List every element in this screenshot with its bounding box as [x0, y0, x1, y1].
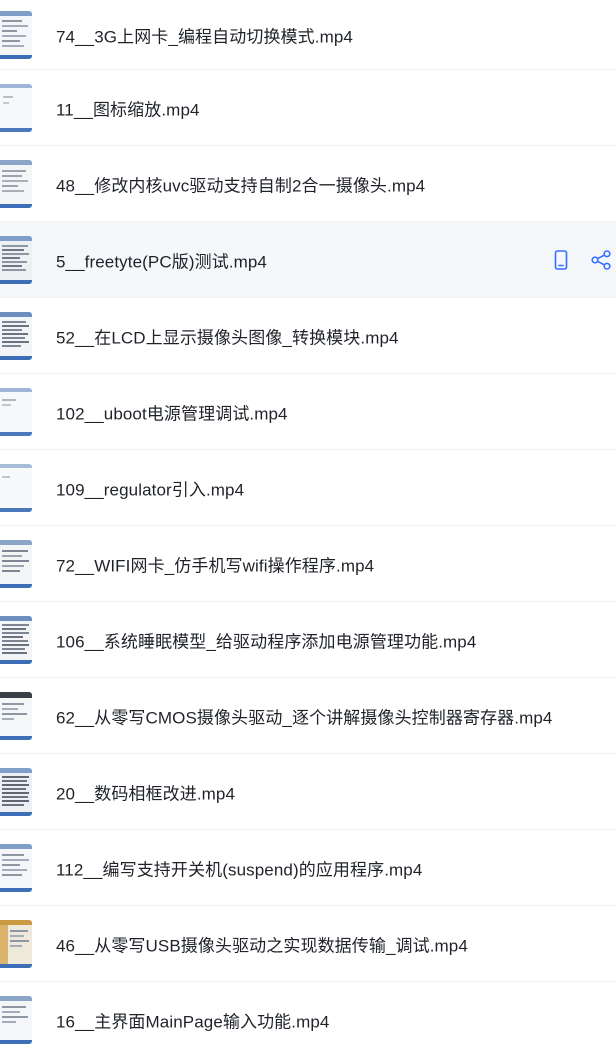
video-thumbnail — [0, 539, 32, 588]
video-thumbnail — [0, 767, 32, 816]
file-name: 11__图标缩放.mp4 — [56, 100, 200, 119]
video-thumbnail — [0, 691, 32, 740]
file-row[interactable]: 112__编写支持开关机(suspend)的应用程序.mp4 — [0, 830, 616, 906]
file-name: 5__freetyte(PC版)测试.mp4 — [56, 252, 267, 271]
video-thumbnail — [0, 311, 32, 360]
file-row[interactable]: 11__图标缩放.mp4 — [0, 70, 616, 146]
file-name: 112__编写支持开关机(suspend)的应用程序.mp4 — [56, 860, 423, 879]
file-name: 52__在LCD上显示摄像头图像_转换模块.mp4 — [56, 328, 399, 347]
video-thumbnail — [0, 843, 32, 892]
file-row[interactable]: 62__从零写CMOS摄像头驱动_逐个讲解摄像头控制器寄存器.mp4 — [0, 678, 616, 754]
file-row[interactable]: 74__3G上网卡_编程自动切换模式.mp4 — [0, 0, 616, 70]
file-name: 102__uboot电源管理调试.mp4 — [56, 404, 288, 423]
file-list: 74__3G上网卡_编程自动切换模式.mp4 11__图标缩放.mp4 48__… — [0, 0, 616, 1045]
file-row[interactable]: 52__在LCD上显示摄像头图像_转换模块.mp4 — [0, 298, 616, 374]
file-row[interactable]: 20__数码相框改进.mp4 — [0, 754, 616, 830]
file-row[interactable]: 102__uboot电源管理调试.mp4 — [0, 374, 616, 450]
video-thumbnail — [0, 615, 32, 664]
video-thumbnail — [0, 83, 32, 132]
video-thumbnail — [0, 387, 32, 436]
file-name: 20__数码相框改进.mp4 — [56, 784, 236, 803]
file-name: 109__regulator引入.mp4 — [56, 480, 245, 499]
share-icon[interactable] — [590, 249, 612, 271]
file-row[interactable]: 48__修改内核uvc驱动支持自制2合一摄像头.mp4 — [0, 146, 616, 222]
file-row[interactable]: 16__主界面MainPage输入功能.mp4 — [0, 982, 616, 1045]
mobile-phone-icon[interactable] — [550, 249, 572, 271]
video-thumbnail — [0, 919, 32, 968]
video-thumbnail — [0, 235, 32, 284]
file-row[interactable]: 72__WIFI网卡_仿手机写wifi操作程序.mp4 — [0, 526, 616, 602]
video-thumbnail — [0, 10, 32, 59]
file-name: 46__从零写USB摄像头驱动之实现数据传输_调试.mp4 — [56, 936, 468, 955]
file-row-hovered[interactable]: 5__freetyte(PC版)测试.mp4 — [0, 222, 616, 298]
file-row[interactable]: 109__regulator引入.mp4 — [0, 450, 616, 526]
row-actions — [550, 249, 612, 271]
file-name: 16__主界面MainPage输入功能.mp4 — [56, 1012, 330, 1031]
file-name: 74__3G上网卡_编程自动切换模式.mp4 — [56, 27, 353, 46]
file-row[interactable]: 106__系统睡眠模型_给驱动程序添加电源管理功能.mp4 — [0, 602, 616, 678]
file-name: 106__系统睡眠模型_给驱动程序添加电源管理功能.mp4 — [56, 632, 477, 651]
file-name: 72__WIFI网卡_仿手机写wifi操作程序.mp4 — [56, 556, 375, 575]
video-thumbnail — [0, 995, 32, 1044]
video-thumbnail — [0, 159, 32, 208]
video-thumbnail — [0, 463, 32, 512]
file-row[interactable]: 46__从零写USB摄像头驱动之实现数据传输_调试.mp4 — [0, 906, 616, 982]
file-name: 62__从零写CMOS摄像头驱动_逐个讲解摄像头控制器寄存器.mp4 — [56, 708, 553, 727]
file-name: 48__修改内核uvc驱动支持自制2合一摄像头.mp4 — [56, 176, 426, 195]
